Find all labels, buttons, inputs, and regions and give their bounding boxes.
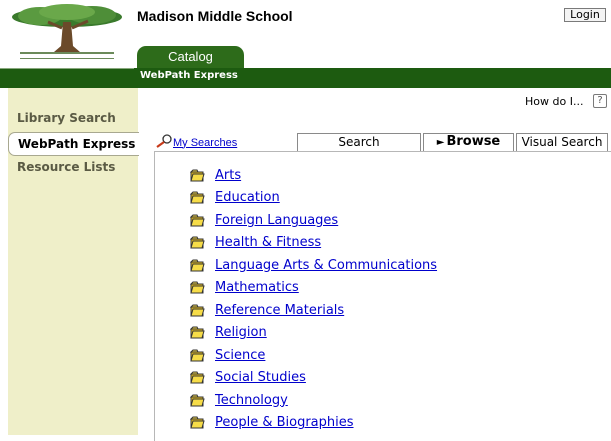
- sidebar: Library Search WebPath Express Resource …: [8, 88, 139, 435]
- topic-link[interactable]: Education: [215, 190, 280, 205]
- folder-icon: [189, 416, 205, 429]
- topic-item: Education: [189, 187, 437, 210]
- folder-icon: [189, 236, 205, 249]
- tab-visual-search[interactable]: Visual Search: [516, 133, 608, 151]
- how-do-i-link[interactable]: How do I...: [525, 95, 583, 108]
- topic-item: People & Biographies: [189, 412, 437, 435]
- tab-browse[interactable]: ► Browse: [423, 133, 514, 151]
- login-button[interactable]: Login: [564, 8, 606, 22]
- topic-item: Mathematics: [189, 277, 437, 300]
- topic-link[interactable]: Arts: [215, 168, 241, 183]
- folder-icon: [189, 371, 205, 384]
- topic-link[interactable]: Technology: [215, 393, 288, 408]
- tab-browse-label: Browse: [446, 134, 501, 149]
- sidebar-item-library-search[interactable]: Library Search: [8, 105, 134, 131]
- my-searches-label: My Searches: [173, 136, 238, 149]
- sidebar-item-resource-lists[interactable]: Resource Lists: [8, 154, 134, 180]
- topic-item: Technology: [189, 389, 437, 412]
- topic-link[interactable]: Reference Materials: [215, 303, 344, 318]
- my-searches-link[interactable]: My Searches: [155, 134, 237, 151]
- folder-icon: [189, 214, 205, 227]
- page-subtitle: WebPath Express: [140, 70, 238, 81]
- folder-icon: [189, 281, 205, 294]
- topic-link[interactable]: Science: [215, 348, 265, 363]
- tab-catalog[interactable]: Catalog: [137, 46, 244, 68]
- tab-search[interactable]: Search: [297, 133, 421, 151]
- folder-icon: [189, 304, 205, 317]
- topic-item: Arts: [189, 164, 437, 187]
- topic-item: Foreign Languages: [189, 209, 437, 232]
- header-bar: WebPath Express: [0, 68, 611, 88]
- topic-item: Religion: [189, 322, 437, 345]
- topic-item: Social Studies: [189, 367, 437, 390]
- folder-icon: [189, 169, 205, 182]
- arrow-right-icon: ►: [436, 137, 445, 148]
- topic-link[interactable]: Religion: [215, 325, 267, 340]
- topic-link[interactable]: Social Studies: [215, 370, 306, 385]
- topic-item: Science: [189, 344, 437, 367]
- help-button[interactable]: ?: [593, 94, 607, 108]
- topic-link[interactable]: Health & Fitness: [215, 235, 321, 250]
- topic-link[interactable]: People & Biographies: [215, 415, 354, 430]
- topic-link[interactable]: Language Arts & Communications: [215, 258, 437, 273]
- topic-link[interactable]: Foreign Languages: [215, 213, 338, 228]
- topic-item: Reference Materials: [189, 299, 437, 322]
- magnifier-icon: [155, 134, 173, 151]
- folder-icon: [189, 326, 205, 339]
- school-logo-tree: [0, 0, 134, 68]
- topic-link[interactable]: Mathematics: [215, 280, 299, 295]
- topic-list: Arts Education Foreign Languages Health & F…: [189, 164, 437, 435]
- topic-item: Language Arts & Communications: [189, 254, 437, 277]
- school-name: Madison Middle School: [137, 8, 293, 24]
- folder-icon: [189, 259, 205, 272]
- folder-icon: [189, 349, 205, 362]
- topic-item: Health & Fitness: [189, 232, 437, 255]
- folder-icon: [189, 394, 205, 407]
- sidebar-item-webpath-express[interactable]: WebPath Express: [8, 132, 139, 156]
- folder-icon: [189, 191, 205, 204]
